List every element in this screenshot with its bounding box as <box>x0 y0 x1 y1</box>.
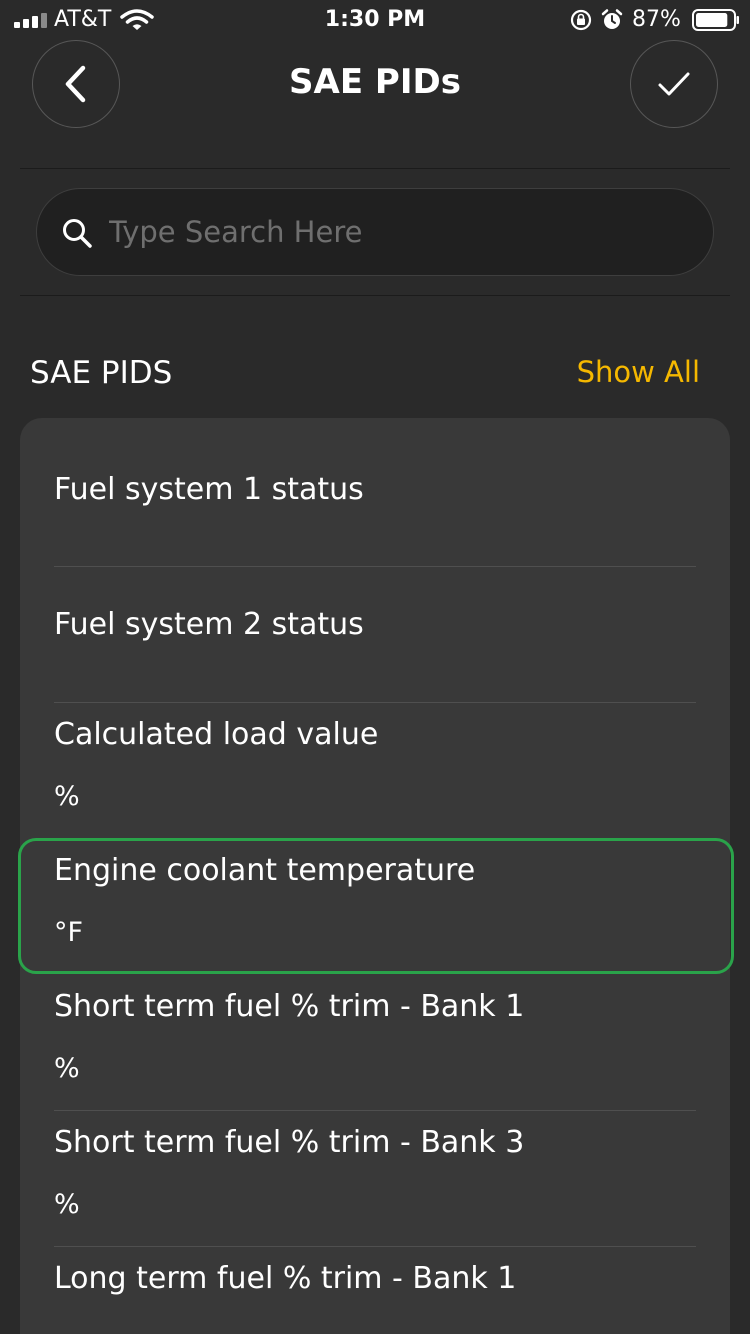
list-item[interactable]: Fuel system 1 status <box>20 418 730 567</box>
status-bar: AT&T 1:30 PM 87% <box>0 0 750 40</box>
checkmark-icon <box>658 72 690 96</box>
pid-name: Engine coolant temperature <box>54 853 476 888</box>
search-input[interactable] <box>109 189 689 275</box>
pid-unit: % <box>54 1189 80 1220</box>
list-item[interactable]: Short term fuel % trim - Bank 1 % <box>20 975 730 1111</box>
battery-icon <box>692 9 739 31</box>
list-item[interactable]: Short term fuel % trim - Bank 3 % <box>20 1111 730 1247</box>
pid-name: Long term fuel % trim - Bank 1 <box>54 1261 517 1296</box>
alarm-icon <box>601 9 623 29</box>
show-all-link[interactable]: Show All <box>577 355 700 389</box>
list-item-selected[interactable]: Engine coolant temperature °F <box>20 839 730 975</box>
pid-unit: °F <box>54 917 84 948</box>
pid-name: Short term fuel % trim - Bank 1 <box>54 989 525 1024</box>
list-item[interactable]: Calculated load value % <box>20 703 730 839</box>
pid-name: Calculated load value <box>54 717 379 752</box>
search-icon <box>63 219 92 248</box>
confirm-button[interactable] <box>630 40 718 128</box>
list-item[interactable]: Fuel system 2 status <box>20 567 730 703</box>
pid-name: Short term fuel % trim - Bank 3 <box>54 1125 525 1160</box>
search-bar[interactable] <box>36 188 714 276</box>
battery-percentage: 87% <box>632 7 681 32</box>
section-title: SAE PIDS <box>30 355 173 391</box>
search-divider <box>20 295 730 296</box>
list-item[interactable]: Long term fuel % trim - Bank 1 <box>20 1247 730 1334</box>
pid-unit: % <box>54 781 80 812</box>
orientation-lock-icon <box>570 9 592 31</box>
screen: AT&T 1:30 PM 87% SAE PIDs Type Search He… <box>0 0 750 1334</box>
pid-name: Fuel system 1 status <box>54 472 364 507</box>
pid-list: Fuel system 1 status Fuel system 2 statu… <box>20 418 730 1334</box>
pid-name: Fuel system 2 status <box>54 607 364 642</box>
header-divider <box>20 168 730 169</box>
pid-unit: % <box>54 1053 80 1084</box>
